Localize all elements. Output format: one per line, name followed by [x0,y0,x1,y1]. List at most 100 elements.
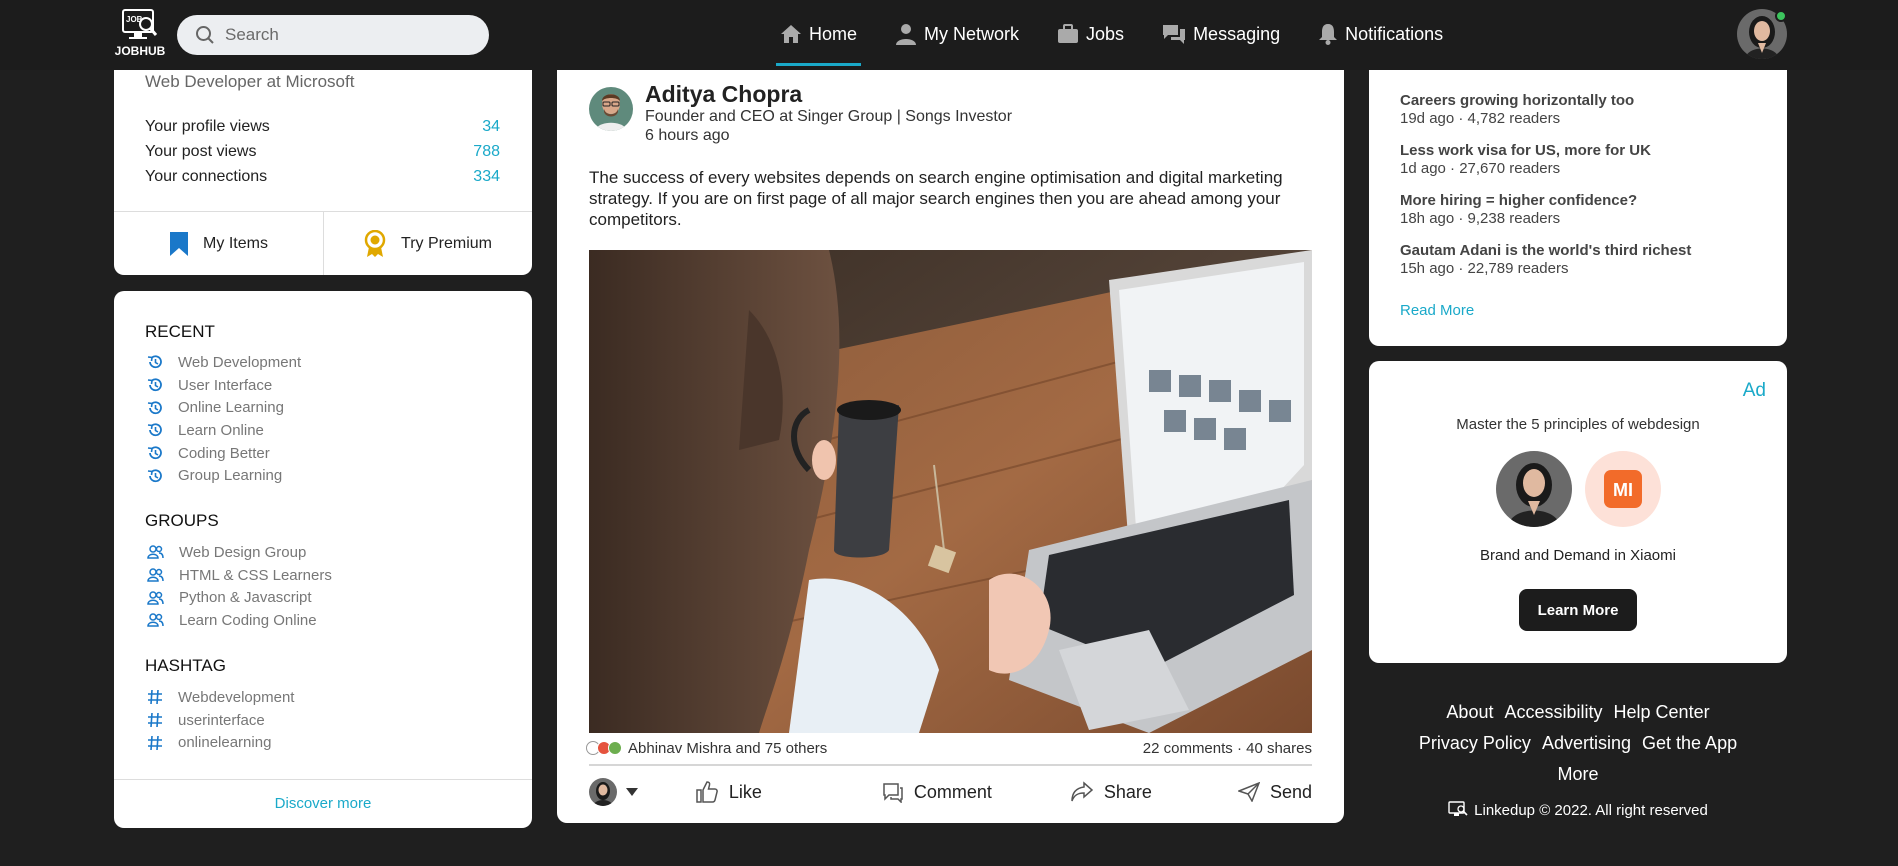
learn-more-button[interactable]: Learn More [1519,589,1637,631]
footer-link-get-the-app[interactable]: Get the App [1642,733,1737,753]
author-avatar[interactable] [589,87,633,131]
current-user-avatar [589,778,617,806]
comment-button[interactable]: Comment [882,781,992,803]
footer-link-accessibility[interactable]: Accessibility [1504,702,1602,722]
news-title: Careers growing horizontally too [1400,92,1635,109]
search-input[interactable] [225,25,465,45]
history-icon [147,401,162,414]
stat-value: 334 [473,168,500,185]
news-card: Careers growing horizontally too 19d ago… [1369,50,1787,346]
search-icon [196,26,214,44]
hashtag-item[interactable]: Webdevelopment [147,686,294,709]
share-button[interactable]: Share [1070,781,1152,803]
group-icon [147,613,164,628]
nav-home[interactable]: Home [776,0,862,68]
bell-icon [1319,24,1338,45]
news-meta: 19d ago · 4,782 readers [1400,110,1561,127]
footer-link-more[interactable]: More [1557,764,1598,784]
logo[interactable]: JOB JOBHUB [113,8,167,64]
like-label: Like [728,781,762,802]
profile-card: Web Developer at Microsoft Your profile … [114,50,532,275]
briefcase-icon [1058,24,1079,43]
news-title: Gautam Adani is the world's third riches… [1400,242,1692,259]
comment-label: Comment [913,781,992,802]
post-text: The success of every websites depends on… [589,168,1283,229]
recent-item[interactable]: Web Development [147,351,301,374]
group-item-label: Learn Coding Online [179,611,317,629]
nav-jobs[interactable]: Jobs [1053,0,1128,68]
react-as-selector[interactable] [589,778,691,806]
news-item[interactable]: Careers growing horizontally too 19d ago… [1400,92,1634,127]
author-name[interactable]: Aditya Chopra [645,81,802,108]
history-icon [147,355,162,369]
post-time: 6 hours ago [645,127,730,144]
home-icon [781,25,801,43]
news-title: More hiring = higher confidence? [1400,192,1638,209]
hashtag-item-label: Webdevelopment [178,688,295,706]
footer-link-advertising[interactable]: Advertising [1542,733,1631,753]
recent-item[interactable]: Learn Online [147,419,301,442]
news-item[interactable]: More hiring = higher confidence? 18h ago… [1400,192,1637,227]
history-icon [147,423,162,437]
stat-post-views[interactable]: Your post views 788 [145,143,500,161]
group-item[interactable]: Web Design Group [147,541,332,564]
xiaomi-logo: MI [1585,451,1661,527]
my-items-button[interactable]: My Items [114,212,323,275]
share-icon [1071,781,1094,802]
news-item[interactable]: Less work visa for US, more for UK 1d ag… [1400,142,1651,177]
group-icon [147,545,164,560]
footer-link-privacy-policy[interactable]: Privacy Policy [1419,733,1531,753]
hashtag-list: Webdevelopment userinterface onlinelearn… [147,686,294,754]
send-button[interactable]: Send [1237,782,1312,803]
reaction-icons [586,741,622,755]
footer-link-about[interactable]: About [1446,702,1493,722]
my-items-label: My Items [203,234,268,252]
group-item[interactable]: Learn Coding Online [147,609,332,632]
nav-my-network-label: My Network [924,23,1020,44]
stat-value: 34 [482,118,500,135]
recent-item-label: User Interface [178,376,273,394]
recent-item[interactable]: User Interface [147,374,301,397]
read-more-link[interactable]: Read More [1400,302,1474,319]
person-icon [896,24,917,45]
stat-profile-views[interactable]: Your profile views 34 [145,118,500,136]
recent-item[interactable]: Online Learning [147,396,301,419]
news-item[interactable]: Gautam Adani is the world's third riches… [1400,242,1691,277]
celebrate-reaction-icon [608,741,622,755]
history-icon [147,378,162,392]
sidebar-links-card: RECENT Web Development User Interface On… [114,291,532,828]
logo-icon [1448,801,1468,816]
group-item[interactable]: HTML & CSS Learners [147,564,332,587]
hashtag-item[interactable]: onlinelearning [147,731,294,754]
recent-item-label: Group Learning [178,467,283,485]
post-photo [589,250,1312,733]
nav-notifications[interactable]: Notifications [1314,0,1447,68]
like-button[interactable]: Like [695,780,762,804]
post-image[interactable] [589,250,1312,733]
news-title: Less work visa for US, more for UK [1400,142,1651,159]
nav-messaging[interactable]: Messaging [1158,0,1284,68]
groups-list: Web Design Group HTML & CSS Learners Pyt… [147,541,332,632]
nav-messaging-label: Messaging [1193,23,1281,44]
stat-connections[interactable]: Your connections 334 [145,168,500,186]
group-item-label: Python & Javascript [179,589,312,607]
nav-notifications-label: Notifications [1345,23,1444,44]
reactions-text: Abhinav Mishra and 75 others [628,739,828,757]
hashtag-item[interactable]: userinterface [147,709,294,732]
group-item[interactable]: Python & Javascript [147,586,332,609]
search-bar[interactable] [177,15,489,55]
groups-title: GROUPS [145,511,219,530]
nav-my-network[interactable]: My Network [891,0,1023,68]
try-premium-button[interactable]: Try Premium [323,212,532,275]
reactions-summary[interactable]: Abhinav Mishra and 75 others [586,739,828,757]
post-card: Aditya Chopra Founder and CEO at Singer … [557,50,1344,823]
divider [589,764,1312,766]
recent-item[interactable]: Group Learning [147,464,301,487]
recent-list: Web Development User Interface Online Le… [147,351,301,487]
comments-shares-count[interactable]: 22 comments · 40 shares [1143,740,1312,757]
recent-item[interactable]: Coding Better [147,442,301,465]
discover-more-link[interactable]: Discover more [114,779,532,828]
footer-link-help-center[interactable]: Help Center [1614,702,1710,722]
ad-tagline: Master the 5 principles of webdesign [1456,416,1700,433]
stat-label: Your post views [145,143,257,160]
